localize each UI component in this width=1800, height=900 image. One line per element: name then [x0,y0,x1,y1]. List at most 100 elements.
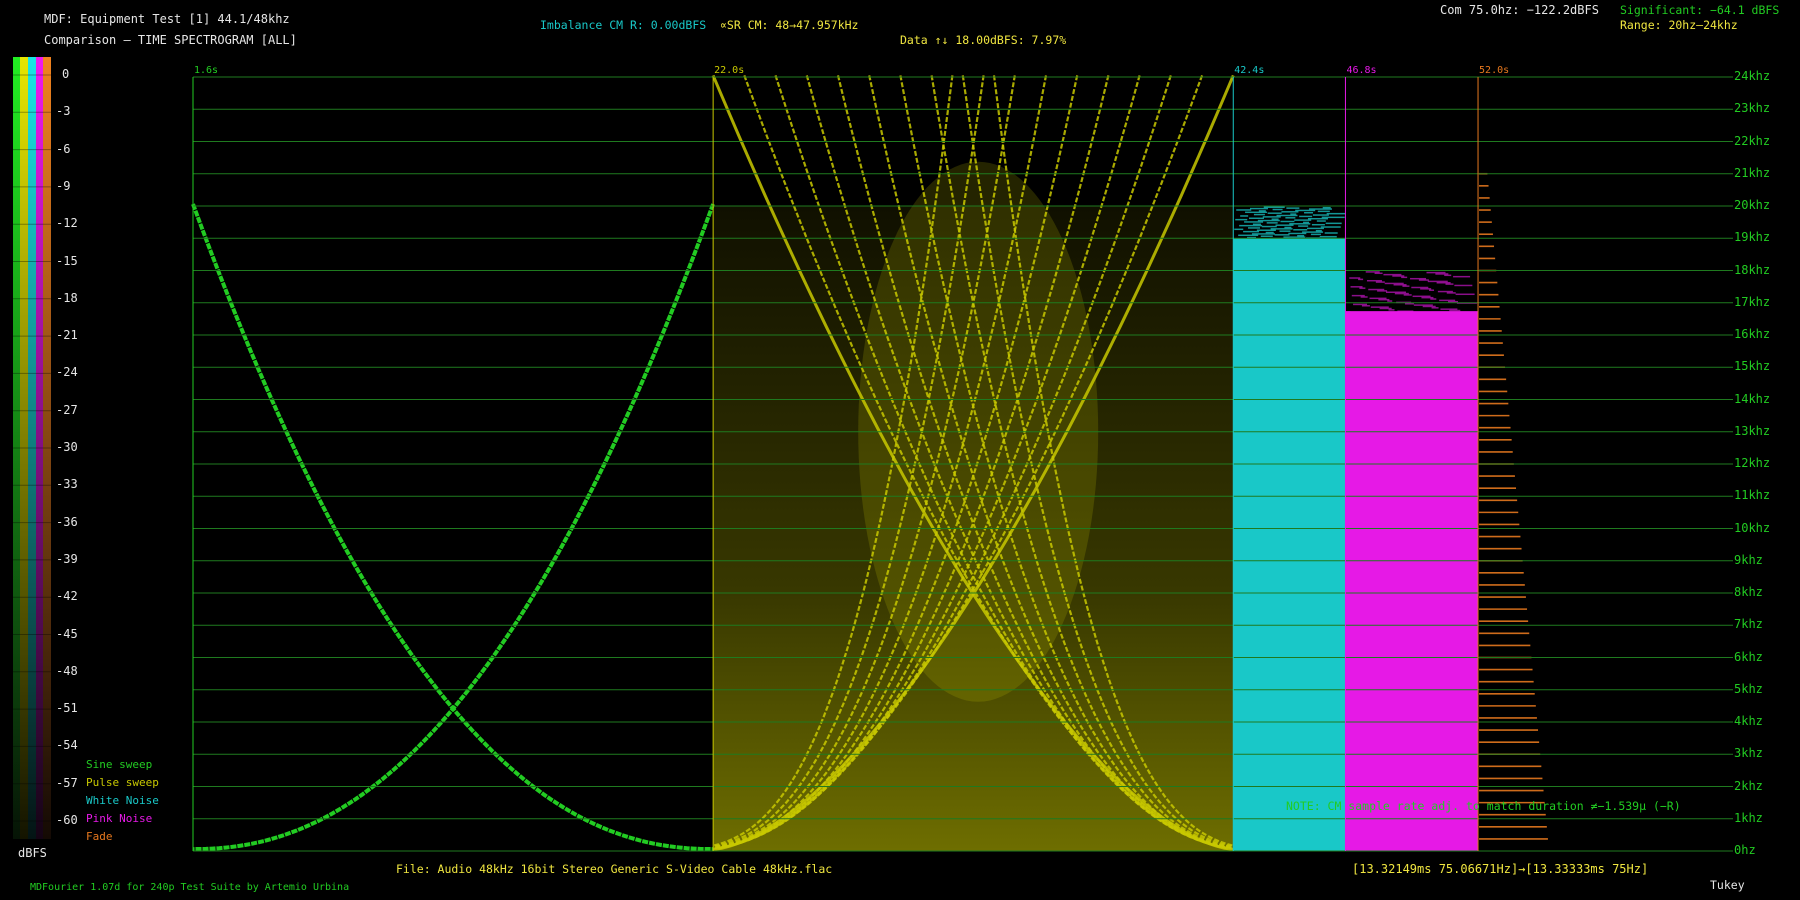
white-noise-speck [1303,221,1310,224]
white-noise-speck [1271,218,1279,220]
pink-noise-speck [1350,286,1363,288]
file-info: File: Audio 48kHz 16bit Stereo Generic S… [396,862,833,876]
y-tick-label: 14khz [1734,391,1771,406]
white-noise-speck [1239,224,1263,227]
pink-noise-speck [1345,311,1351,313]
pink-noise-speck [1388,309,1395,311]
white-noise-speck [1251,233,1275,235]
segment-marker-label: 22.0s [714,65,745,76]
pink-noise-speck [1353,303,1368,306]
white-noise-speck [1306,227,1324,230]
pink-noise-speck [1436,282,1451,284]
credit-text: MDFourier 1.07d for 240p Test Suite by A… [30,882,350,893]
pink-noise-speck [1429,289,1435,291]
y-tick-label: 4khz [1734,714,1763,728]
pink-noise-speck [1420,288,1432,290]
pink-noise-speck [1431,307,1439,309]
pink-noise-speck [1430,298,1437,300]
pink-noise-speck [1402,285,1410,287]
pink-noise-speck [1449,309,1461,312]
y-tick-label: 6khz [1734,649,1763,664]
segment-marker-label: 52.0s [1479,65,1510,76]
pink-noise-speck [1387,300,1393,302]
white-noise-speck [1248,227,1261,229]
white-noise-block [1233,238,1346,851]
pink-noise-speck [1410,277,1427,280]
pink-noise-speck [1411,286,1429,289]
pink-noise-speck [1439,299,1456,302]
pink-noise-speck [1437,290,1453,293]
white-noise-speck [1238,234,1259,237]
white-noise-speck [1294,219,1312,221]
pink-noise-speck [1446,292,1456,294]
white-noise-speck [1302,231,1324,233]
pink-noise-speck [1368,288,1385,291]
pink-noise-speck [1369,297,1387,300]
white-noise-speck [1272,208,1283,211]
pink-noise-speck [1384,282,1404,285]
pink-noise-speck [1426,271,1446,274]
segment-marker-label: 1.6s [194,65,219,76]
pink-noise-speck [1401,276,1408,279]
white-noise-speck [1256,229,1276,231]
white-noise-speck [1252,223,1261,226]
white-noise-speck [1244,221,1264,223]
white-noise-speck [1240,215,1249,217]
white-noise-speck [1249,207,1268,210]
pink-noise-speck [1440,308,1458,310]
y-tick-label: 20khz [1734,198,1771,212]
white-noise-speck [1253,213,1265,216]
white-noise-speck [1267,212,1282,214]
pink-noise-speck [1365,271,1380,273]
pink-noise-speck [1413,304,1433,306]
pink-noise-speck [1418,279,1429,281]
white-noise-speck [1263,206,1285,208]
y-tick-label: 1khz [1734,810,1763,825]
white-noise-speck [1304,211,1314,214]
y-tick-label: 5khz [1734,681,1763,696]
pink-noise-speck [1366,279,1382,282]
y-tick-label: 9khz [1734,552,1763,567]
white-noise-speck [1258,210,1266,212]
pink-noise-speck [1453,275,1471,278]
white-noise-speck [1248,217,1264,220]
white-noise-speck [1236,209,1252,211]
white-noise-speck [1262,216,1281,218]
white-noise-speck [1324,232,1338,234]
y-tick-label: 12khz [1734,456,1771,470]
pink-noise-speck [1392,275,1405,277]
white-noise-speck [1297,235,1305,237]
pink-noise-speck [1422,305,1436,308]
y-tick-label: 3khz [1734,746,1763,761]
y-tick-label: 21khz [1734,165,1771,180]
pink-noise-speck [1445,283,1454,285]
pink-noise-speck [1385,291,1406,293]
pink-noise-speck [1358,278,1364,281]
white-noise-speck [1320,226,1341,228]
white-noise-speck [1284,226,1292,229]
white-noise-speck [1266,222,1278,224]
pink-noise-speck [1351,294,1365,297]
pink-noise-speck [1375,281,1385,283]
white-noise-speck [1245,211,1268,214]
y-tick-label: 19khz [1734,230,1771,245]
y-tick-label: 15khz [1734,359,1771,374]
white-noise-speck [1299,215,1313,218]
pink-noise-speck [1427,280,1448,283]
white-noise-speck [1281,211,1299,213]
white-noise-speck [1317,210,1330,213]
white-noise-speck [1283,236,1306,238]
pink-noise-block [1345,311,1479,851]
pink-noise-speck [1435,273,1449,275]
pink-noise-speck [1359,287,1366,289]
pink-noise-speck [1454,284,1473,287]
white-noise-speck [1316,220,1326,222]
pink-noise-speck [1374,272,1383,275]
pink-noise-speck [1455,293,1475,296]
white-noise-speck [1265,231,1274,234]
pink-noise-speck [1412,295,1431,298]
y-tick-label: 13khz [1734,423,1771,438]
y-tick-label: 24khz [1734,69,1771,83]
pink-noise-speck [1377,290,1388,292]
pink-noise-speck [1393,284,1407,286]
